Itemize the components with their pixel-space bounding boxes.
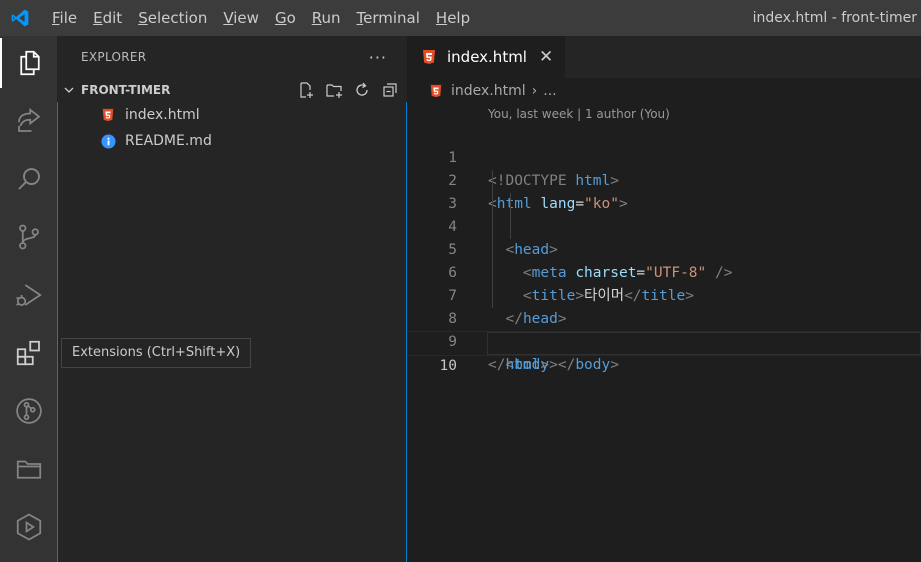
live-preview-icon xyxy=(16,513,41,541)
file-item-index-html[interactable]: index.html xyxy=(58,102,406,128)
explorer-sidebar: EXPLORER ··· FRONT-TIMER index.html READ… xyxy=(57,36,407,562)
more-actions-button[interactable]: ··· xyxy=(369,48,387,67)
breadcrumb-file[interactable]: index.html xyxy=(451,83,526,99)
activity-source-control[interactable] xyxy=(0,212,57,262)
activity-search[interactable] xyxy=(0,154,57,204)
refresh-icon[interactable] xyxy=(353,81,371,99)
folder-header[interactable]: FRONT-TIMER xyxy=(57,78,407,102)
project-manager-icon xyxy=(16,460,41,479)
code-line: 6 </head> xyxy=(407,239,921,327)
activity-extensions[interactable] xyxy=(0,328,57,378)
run-debug-icon xyxy=(15,284,42,306)
source-control-icon xyxy=(18,224,39,250)
activity-bar xyxy=(0,36,57,562)
tab-label: index.html xyxy=(447,48,527,66)
explorer-title: EXPLORER xyxy=(81,50,147,64)
breadcrumb-more[interactable]: ... xyxy=(543,83,556,99)
collapse-all-icon[interactable] xyxy=(381,81,399,99)
explorer-header: EXPLORER ··· xyxy=(57,36,407,78)
menu-bar: File Edit Selection View Go Run Terminal… xyxy=(44,0,478,36)
activity-git-graph[interactable] xyxy=(0,386,57,436)
activity-run-debug[interactable] xyxy=(0,270,57,320)
code-line: 9 </html> xyxy=(407,308,921,373)
html5-icon xyxy=(430,84,442,98)
new-folder-icon[interactable] xyxy=(325,81,343,99)
code-line: 3 <head> xyxy=(407,170,921,258)
search-icon xyxy=(17,168,40,190)
info-icon xyxy=(100,133,116,149)
html5-icon xyxy=(423,50,435,64)
menu-selection[interactable]: Selection xyxy=(130,0,215,36)
git-blame-codelens[interactable]: You, last week | 1 author (You) xyxy=(407,104,921,124)
folder-name: FRONT-TIMER xyxy=(81,83,171,97)
extensions-icon xyxy=(16,340,40,366)
breadcrumb-separator: › xyxy=(531,83,538,99)
activity-live-preview[interactable] xyxy=(0,502,57,552)
code-editor[interactable]: 1 <!DOCTYPE html> 2 <html lang="ko"> 3 <… xyxy=(407,124,921,374)
activity-explorer[interactable] xyxy=(0,38,57,88)
file-name: index.html xyxy=(125,107,200,123)
code-line: 4 <meta charset="UTF-8" /> xyxy=(407,193,921,281)
close-icon[interactable]: ✕ xyxy=(539,47,553,67)
menu-view[interactable]: View xyxy=(215,0,267,36)
menu-edit[interactable]: Edit xyxy=(85,0,130,36)
live-share-icon xyxy=(17,107,40,132)
vscode-logo-icon xyxy=(11,9,29,27)
activity-live-share[interactable] xyxy=(0,96,57,146)
title-bar: File Edit Selection View Go Run Terminal… xyxy=(0,0,921,36)
window-title: index.html - front-timer xyxy=(752,10,917,26)
file-tree: index.html README.md xyxy=(57,102,407,562)
file-name: README.md xyxy=(125,133,212,149)
menu-go[interactable]: Go xyxy=(267,0,304,36)
activity-project-manager[interactable] xyxy=(0,444,57,494)
code-line: 5 <title>타이머</title> xyxy=(407,216,921,304)
chevron-down-icon xyxy=(64,87,74,93)
new-file-icon[interactable] xyxy=(297,81,315,99)
code-line: 1 <!DOCTYPE html> xyxy=(407,124,921,189)
menu-help[interactable]: Help xyxy=(428,0,478,36)
tab-bar: index.html ✕ xyxy=(407,36,921,78)
extensions-tooltip: Extensions (Ctrl+Shift+X) xyxy=(61,338,252,368)
tab-index-html[interactable]: index.html ✕ xyxy=(407,36,566,78)
code-line: 8 <body></body> xyxy=(407,285,921,373)
folder-actions xyxy=(297,81,399,99)
file-item-readme-md[interactable]: README.md xyxy=(58,128,406,154)
html5-icon xyxy=(100,107,116,123)
line-number: 10 xyxy=(439,358,457,374)
menu-run[interactable]: Run xyxy=(304,0,349,36)
menu-terminal[interactable]: Terminal xyxy=(349,0,428,36)
code-line-current: 10 xyxy=(407,331,921,374)
editor-area: index.html ✕ index.html › ... You, last … xyxy=(407,36,921,562)
code-line: 2 <html lang="ko"> xyxy=(407,147,921,212)
git-graph-icon xyxy=(15,398,42,424)
explorer-icon xyxy=(19,50,40,76)
breadcrumb: index.html › ... xyxy=(407,78,921,104)
code-line: 7 xyxy=(407,262,921,304)
menu-file[interactable]: File xyxy=(44,0,85,36)
